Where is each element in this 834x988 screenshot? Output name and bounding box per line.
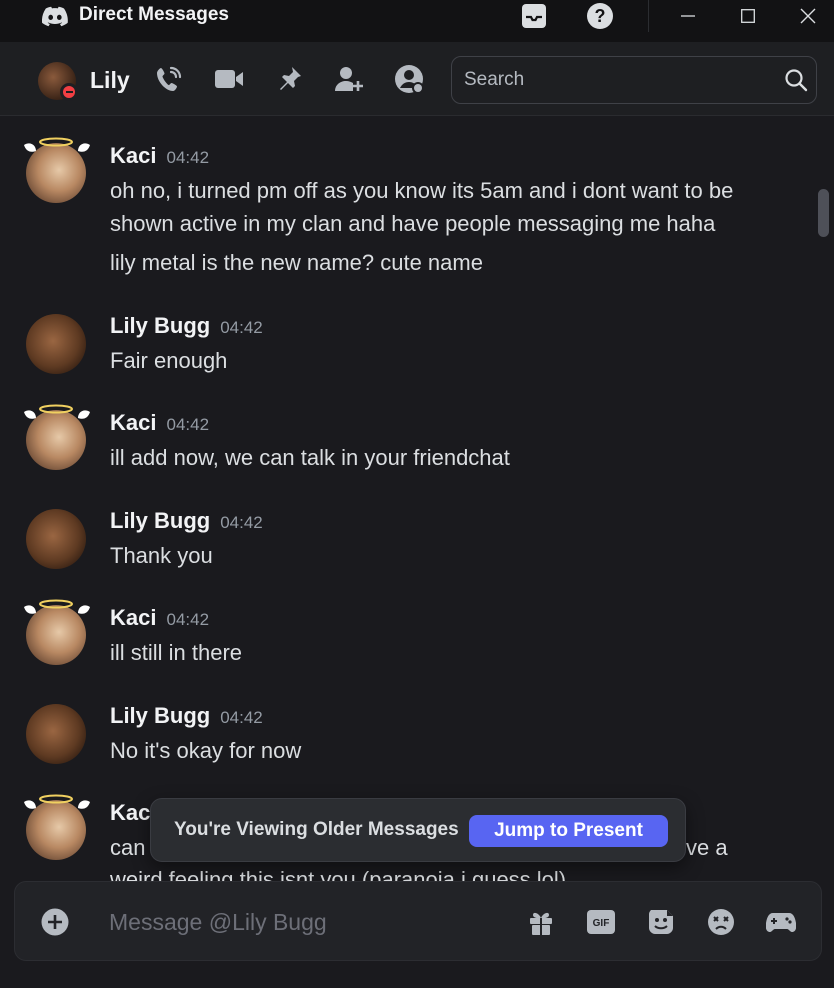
user-profile-icon[interactable]	[394, 64, 424, 94]
halo-wings-decoration-icon	[24, 404, 90, 419]
message-author[interactable]: Lily Bugg 04:42	[110, 703, 263, 729]
message-text: ve a	[686, 835, 728, 860]
composer-area: GIF	[0, 881, 834, 988]
scrollbar-thumb[interactable]	[818, 189, 829, 237]
message-author[interactable]: Kaci 04:42	[110, 605, 209, 631]
title-bar: Direct Messages ?	[0, 0, 834, 42]
message-timestamp: 04:42	[166, 610, 210, 629]
gif-icon[interactable]: GIF	[585, 906, 617, 938]
halo-wings-decoration-icon	[24, 137, 90, 152]
message-timestamp: 04:42	[166, 415, 210, 434]
message-author[interactable]: Kac	[110, 800, 150, 826]
avatar[interactable]	[26, 509, 86, 569]
close-icon	[800, 8, 816, 24]
gift-icon[interactable]	[525, 906, 557, 938]
message-author[interactable]: Kaci 04:42	[110, 143, 209, 169]
inbox-icon[interactable]	[520, 2, 548, 30]
message-text: oh no, i turned pm off as you know its 5…	[110, 178, 734, 203]
svg-text:GIF: GIF	[593, 918, 610, 929]
minimize-button[interactable]	[658, 0, 718, 32]
sticker-icon[interactable]	[645, 906, 677, 938]
message-text: lily metal is the new name? cute name	[110, 250, 483, 275]
halo-wings-decoration-icon	[24, 794, 90, 809]
message-input[interactable]	[109, 900, 509, 944]
message-list[interactable]: Kaci 04:42 oh no, i turned pm off as you …	[0, 117, 834, 881]
avatar[interactable]	[26, 704, 86, 764]
halo-wings-decoration-icon	[24, 599, 90, 614]
discord-logo-icon	[42, 6, 68, 27]
message-text: ill still in there	[110, 640, 243, 665]
game-controller-icon[interactable]	[765, 906, 797, 938]
emoji-icon[interactable]	[705, 906, 737, 938]
message-text: Thank you	[110, 543, 213, 568]
message-text: weird feeling this isnt you (paranoia i …	[110, 867, 567, 881]
video-call-icon[interactable]	[214, 64, 244, 94]
message-timestamp: 04:42	[220, 513, 263, 532]
close-button[interactable]	[778, 0, 834, 32]
search-input[interactable]	[464, 57, 774, 103]
add-friends-icon[interactable]	[334, 64, 364, 94]
avatar[interactable]	[26, 314, 86, 374]
message-text: ill add now, we can talk in your friendc…	[110, 445, 510, 470]
message-timestamp: 04:42	[166, 148, 210, 167]
older-messages-banner: You're Viewing Older Messages Jump to Pr…	[150, 798, 686, 862]
maximize-icon	[741, 9, 755, 23]
message-text: shown active in my clan and have people …	[110, 211, 716, 236]
voice-call-icon[interactable]	[154, 64, 184, 94]
dnd-status-icon	[60, 83, 78, 101]
search-icon[interactable]	[784, 68, 808, 92]
minimize-icon	[681, 15, 695, 17]
message-author[interactable]: Lily Bugg 04:42	[110, 313, 263, 339]
maximize-button[interactable]	[718, 0, 778, 32]
older-messages-text: You're Viewing Older Messages	[174, 819, 459, 840]
jump-to-present-button[interactable]: Jump to Present	[469, 815, 668, 847]
message-composer: GIF	[14, 881, 822, 961]
search-box[interactable]	[451, 56, 817, 104]
message-author[interactable]: Lily Bugg 04:42	[110, 508, 263, 534]
message-timestamp: 04:42	[220, 708, 263, 727]
titlebar-divider	[648, 0, 649, 32]
attach-plus-icon[interactable]	[41, 908, 69, 936]
help-icon[interactable]: ?	[586, 2, 614, 30]
message-timestamp: 04:42	[220, 318, 263, 337]
message-author[interactable]: Kaci 04:42	[110, 410, 209, 436]
channel-header: Lily	[0, 42, 834, 116]
message-text: can	[110, 835, 146, 860]
dm-user-name[interactable]: Lily	[90, 67, 130, 94]
svg-text:?: ?	[595, 6, 606, 26]
message-text: Fair enough	[110, 348, 228, 373]
message-text: No it's okay for now	[110, 738, 302, 763]
pin-icon[interactable]	[274, 64, 304, 94]
window-title: Direct Messages	[79, 4, 229, 25]
